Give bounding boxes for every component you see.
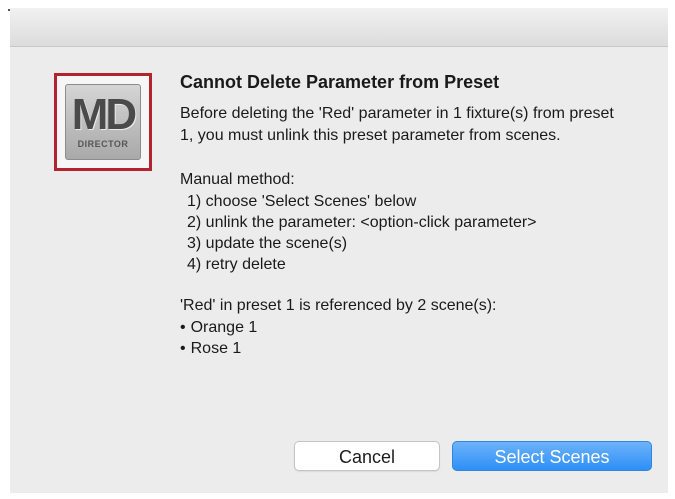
app-icon-logo: MD <box>71 90 137 139</box>
method-steps: 1) choose 'Select Scenes' below 2) unlin… <box>180 191 640 275</box>
alert-dialog: MD DIRECTOR Cannot Delete Parameter from… <box>10 47 668 493</box>
dialog-intro: Before deleting the 'Red' parameter in 1… <box>180 105 614 144</box>
cancel-button[interactable]: Cancel <box>294 441 440 471</box>
window-titlebar <box>10 8 668 47</box>
scene-list: Orange 1 Rose 1 <box>180 317 640 359</box>
app-icon-tile: MD DIRECTOR <box>65 84 141 160</box>
dialog-content: Cannot Delete Parameter from Preset Befo… <box>180 71 640 359</box>
method-step: 4) retry delete <box>187 256 286 273</box>
scene-item: Rose 1 <box>180 338 640 359</box>
method-step: 1) choose 'Select Scenes' below <box>187 193 417 210</box>
references-heading: 'Red' in preset 1 is referenced by 2 sce… <box>180 297 497 314</box>
dialog-title: Cannot Delete Parameter from Preset <box>180 72 500 92</box>
select-scenes-button[interactable]: Select Scenes <box>452 441 652 471</box>
scene-references-section: 'Red' in preset 1 is referenced by 2 sce… <box>180 295 640 359</box>
scene-item: Orange 1 <box>180 317 640 338</box>
manual-method-section: Manual method: 1) choose 'Select Scenes'… <box>180 169 640 275</box>
method-step: 3) update the scene(s) <box>187 235 348 252</box>
md-director-app-icon: MD DIRECTOR <box>54 73 152 171</box>
screenshot: MD DIRECTOR Cannot Delete Parameter from… <box>0 0 675 499</box>
method-heading: Manual method: <box>180 171 295 188</box>
method-step: 2) unlink the parameter: <option-click p… <box>187 214 537 231</box>
app-icon-subtext: DIRECTOR <box>77 139 129 149</box>
